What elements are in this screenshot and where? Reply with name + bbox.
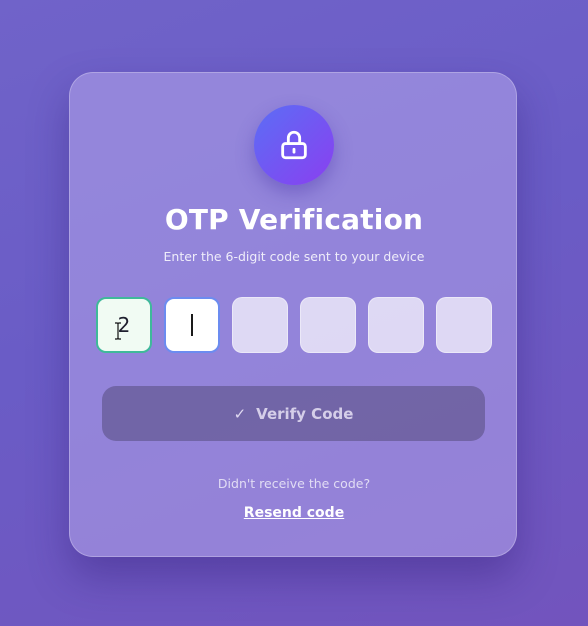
verify-code-label: Verify Code — [256, 404, 354, 423]
resend-prompt: Didn't receive the code? — [217, 476, 371, 491]
lock-icon — [281, 130, 307, 160]
page-title: OTP Verification — [164, 203, 424, 236]
otp-digit-6[interactable] — [436, 297, 492, 353]
otp-digit-2[interactable] — [164, 297, 220, 353]
text-caret — [191, 314, 193, 336]
otp-digit-3[interactable] — [232, 297, 288, 353]
page-subtitle: Enter the 6-digit code sent to your devi… — [163, 249, 425, 264]
otp-digit-4[interactable] — [300, 297, 356, 353]
lock-badge — [254, 105, 334, 185]
resend-code-link[interactable]: Resend code — [70, 505, 518, 521]
otp-digit-1[interactable]: 2 — [96, 297, 152, 353]
otp-card: OTP Verification Enter the 6-digit code … — [69, 72, 517, 557]
otp-digit-5[interactable] — [368, 297, 424, 353]
text-cursor-icon — [115, 322, 121, 340]
check-icon: ✓ — [233, 404, 247, 423]
otp-input-group: 2 — [96, 297, 492, 355]
verify-code-button[interactable]: ✓ Verify Code — [102, 386, 485, 441]
